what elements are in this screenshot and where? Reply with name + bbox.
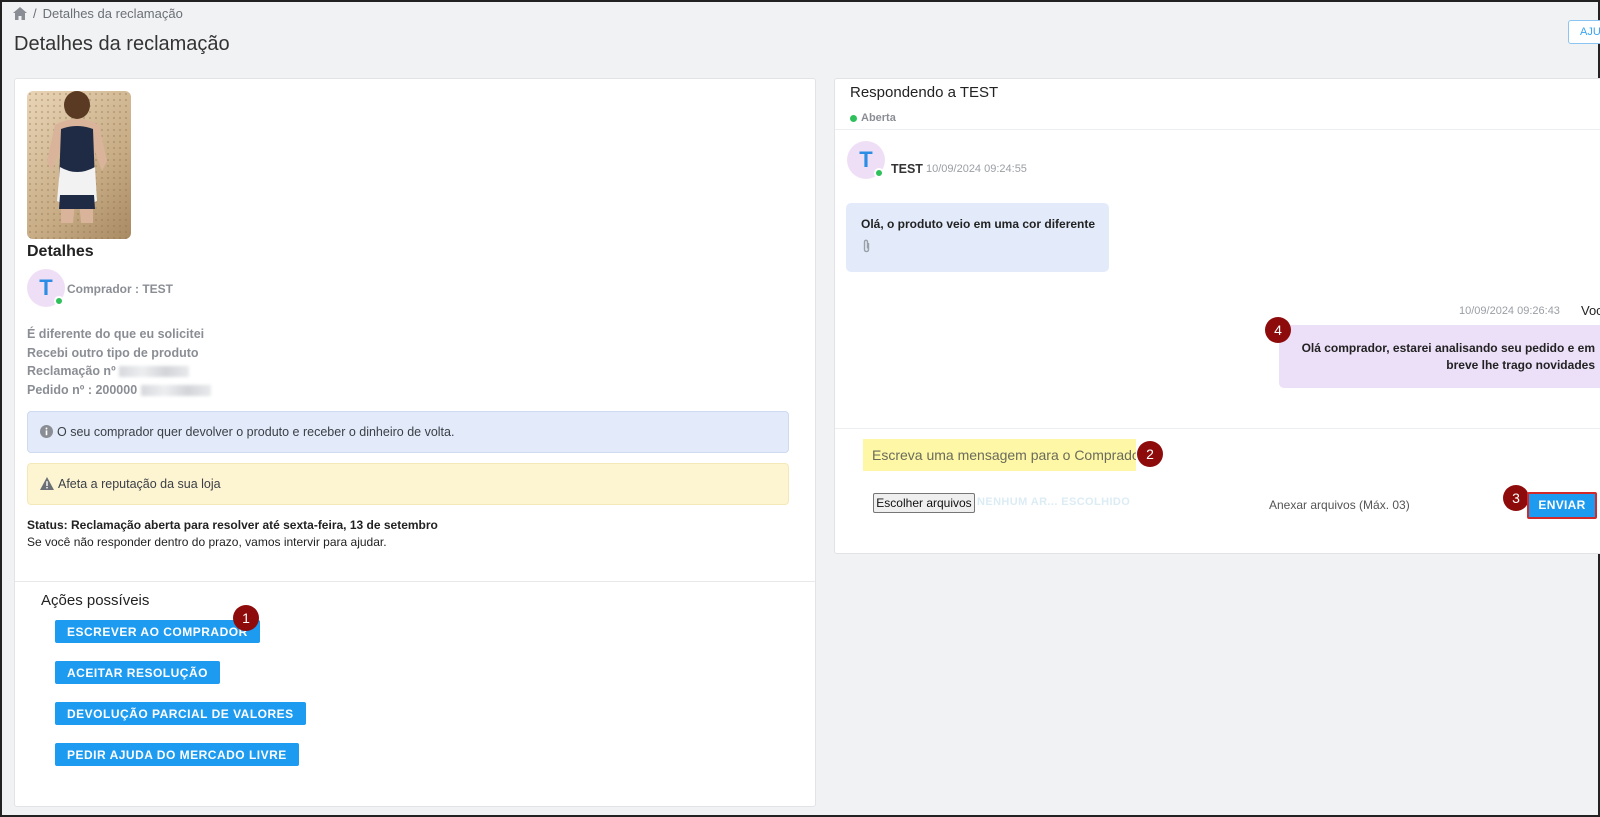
responding-title: Respondendo a TEST xyxy=(850,84,999,101)
home-icon[interactable] xyxy=(13,7,27,20)
attach-files-label: Anexar arquivos (Máx. 03) xyxy=(1269,498,1410,512)
outgoing-message-line-1: Olá comprador, estarei analisando seu pe… xyxy=(1301,341,1595,355)
message-input[interactable] xyxy=(863,439,1136,471)
step-marker-3: 3 xyxy=(1503,485,1529,511)
chosen-file-name: NENHUM AR... ESCOLHIDO xyxy=(977,496,1131,508)
claim-number-row: Reclamação nº xyxy=(27,362,211,381)
conversation-panel: Respondendo a TEST Aberta T TEST 10/09/2… xyxy=(834,78,1600,554)
help-button[interactable]: AJU xyxy=(1568,20,1600,44)
open-status-icon xyxy=(850,114,857,122)
status-block: Status: Reclamação aberta para resolver … xyxy=(27,517,438,551)
divider xyxy=(15,581,815,582)
accept-resolution-button[interactable]: ACEITAR RESOLUÇÃO xyxy=(55,661,220,684)
actions-title: Ações possíveis xyxy=(41,592,150,609)
order-number-redacted xyxy=(140,384,211,396)
breadcrumb-separator: / xyxy=(33,6,37,21)
claim-info: É diferente do que eu solicitei Recebi o… xyxy=(27,325,211,399)
order-number-label: Pedido nº : 200000 xyxy=(27,382,138,397)
step-marker-4: 4 xyxy=(1265,317,1291,343)
attachment-clip-icon[interactable] xyxy=(862,239,871,256)
product-image xyxy=(27,91,131,239)
buyer-avatar-letter: T xyxy=(39,275,53,300)
info-alert: O seu comprador quer devolver o produto … xyxy=(27,411,789,453)
message-avatar: T xyxy=(847,141,885,179)
breadcrumb-current: Detalhes da reclamação xyxy=(42,6,183,21)
message-author: TEST xyxy=(891,162,923,176)
details-heading: Detalhes xyxy=(27,243,94,260)
step-marker-1: 1 xyxy=(233,605,259,631)
status-text: Status: Reclamação aberta para resolver … xyxy=(27,518,438,532)
order-number-row: Pedido nº : 200000 xyxy=(27,381,211,400)
claim-status: Aberta xyxy=(850,112,896,124)
claim-status-label: Aberta xyxy=(861,112,896,124)
incoming-message-text: Olá, o produto veio em uma cor diferente xyxy=(861,217,1096,231)
message-time: 10/09/2024 09:24:55 xyxy=(926,163,1027,175)
reply-time: 10/09/2024 09:26:43 xyxy=(1459,305,1560,317)
incoming-message: Olá, o produto veio em uma cor diferente xyxy=(846,203,1109,272)
outgoing-message-line-2: breve lhe trago novidades xyxy=(1446,358,1595,372)
breadcrumb: / Detalhes da reclamação xyxy=(13,6,183,21)
buyer-label: Comprador : TEST xyxy=(67,282,174,296)
claim-number-redacted xyxy=(119,366,190,378)
message-avatar-letter: T xyxy=(859,147,873,172)
buyer-avatar: T xyxy=(27,269,65,307)
warning-alert-text: Afeta a reputação da sua loja xyxy=(58,477,221,491)
claim-reason: É diferente do que eu solicitei xyxy=(27,327,205,341)
divider xyxy=(835,129,1600,130)
page-title: Detalhes da reclamação xyxy=(14,33,230,55)
info-icon xyxy=(40,425,53,441)
info-alert-text: O seu comprador quer devolver o produto … xyxy=(57,425,455,439)
claim-detail: Recebi outro tipo de produto xyxy=(27,345,199,360)
write-to-buyer-button[interactable]: ESCREVER AO COMPRADOR xyxy=(55,620,260,643)
online-status-icon xyxy=(54,296,64,306)
ask-mercado-livre-help-button[interactable]: PEDIR AJUDA DO MERCADO LIVRE xyxy=(55,743,299,766)
partial-refund-button[interactable]: DEVOLUÇÃO PARCIAL DE VALORES xyxy=(55,702,306,725)
step-marker-2: 2 xyxy=(1137,441,1163,467)
claim-details-panel: Detalhes T Comprador : TEST É diferente … xyxy=(14,78,816,807)
claim-number-label: Reclamação nº xyxy=(27,364,116,378)
choose-files-button[interactable]: Escolher arquivos xyxy=(873,493,975,513)
warning-icon xyxy=(40,477,54,493)
divider xyxy=(835,428,1600,429)
warning-alert: Afeta a reputação da sua loja xyxy=(27,463,789,505)
reply-author: Voc xyxy=(1581,303,1600,318)
outgoing-message: Olá comprador, estarei analisando seu pe… xyxy=(1279,325,1600,388)
status-note: Se você não responder dentro do prazo, v… xyxy=(27,535,387,549)
send-button[interactable]: ENVIAR xyxy=(1527,492,1597,519)
online-status-icon xyxy=(874,168,884,178)
